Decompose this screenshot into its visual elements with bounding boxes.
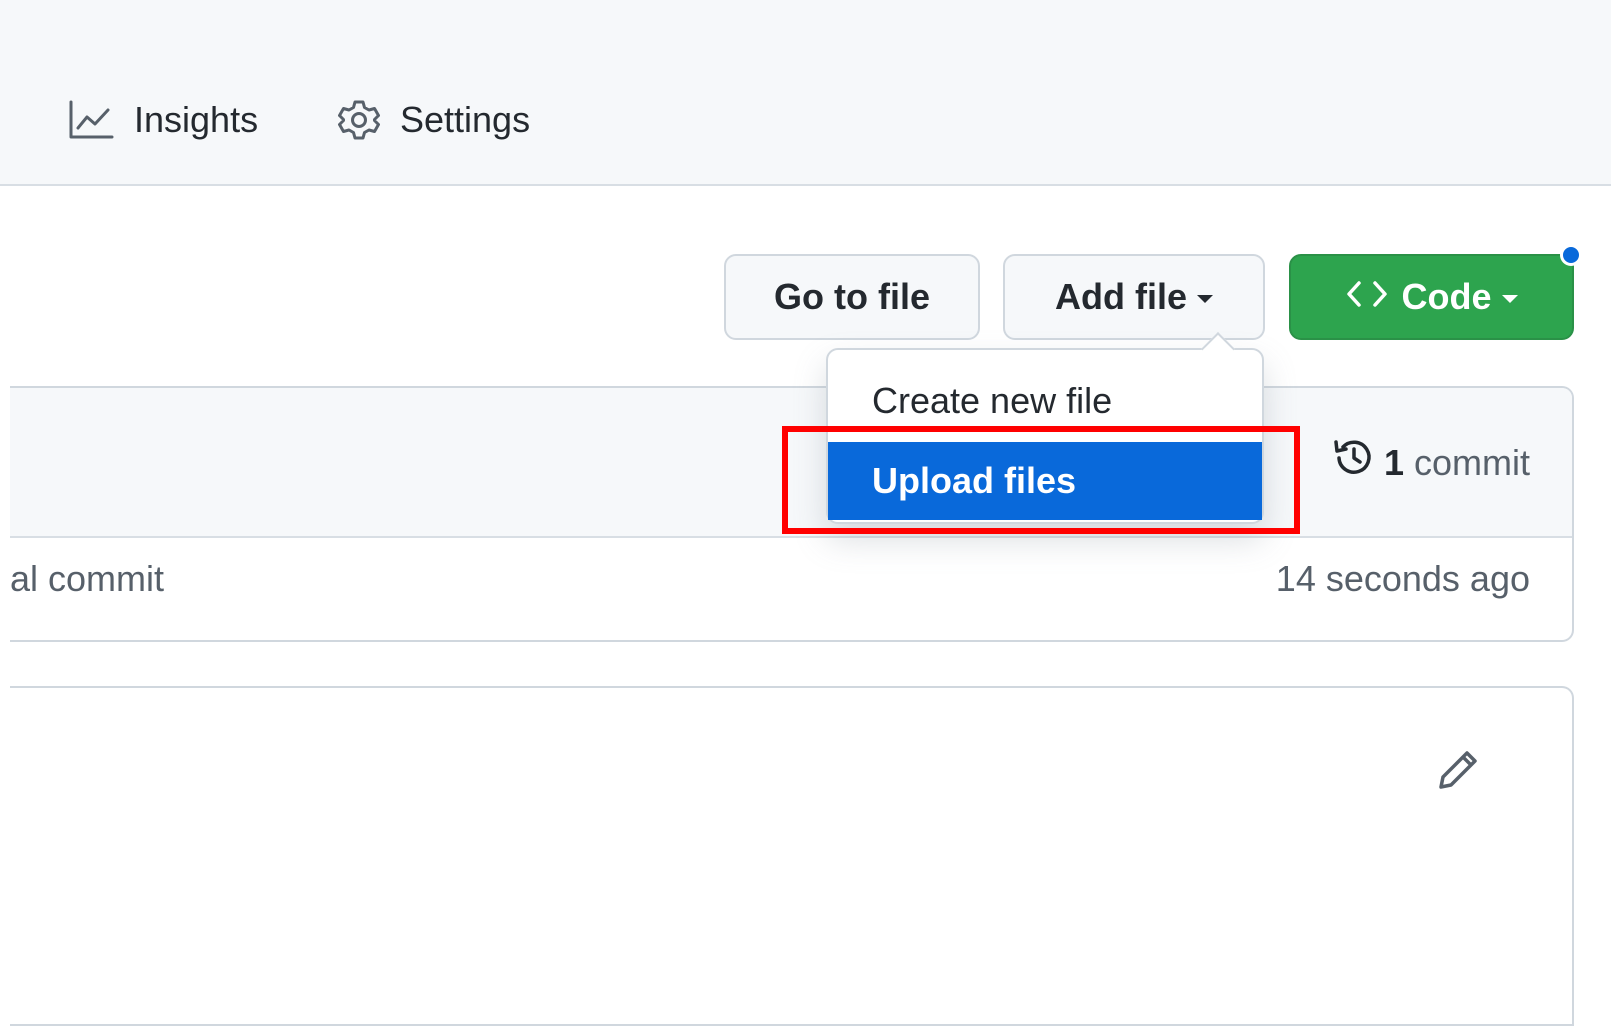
code-label: Code	[1401, 276, 1492, 317]
pencil-icon[interactable]	[1436, 748, 1480, 797]
notification-dot	[1560, 244, 1582, 266]
nav-insights[interactable]: Insights	[68, 96, 258, 144]
readme-box	[10, 686, 1574, 1026]
gear-icon	[338, 99, 380, 141]
latest-commit-box: 1 commit al commit 14 seconds ago	[10, 386, 1574, 642]
code-button[interactable]: Code	[1289, 254, 1574, 340]
caret-down-icon	[1197, 295, 1213, 303]
nav-insights-label: Insights	[134, 99, 259, 140]
commit-header: 1 commit	[10, 388, 1572, 538]
add-file-button[interactable]: Add file	[1003, 254, 1265, 340]
go-to-file-button[interactable]: Go to file	[724, 254, 980, 340]
add-file-menu: Create new file Upload files	[826, 332, 1264, 524]
commit-count: 1	[1383, 441, 1404, 483]
commit-time: 14 seconds ago	[1275, 558, 1530, 599]
caret-down-icon	[1501, 295, 1518, 303]
add-file-label: Add file	[1055, 276, 1187, 317]
repo-nav-bar: Insights Settings	[0, 0, 1611, 186]
history-icon	[1332, 436, 1376, 489]
commit-history-link[interactable]: 1 commit	[1332, 436, 1530, 489]
commit-message[interactable]: al commit	[10, 558, 164, 600]
menu-item-upload-files[interactable]: Upload files	[828, 442, 1262, 520]
menu-item-create-new-file[interactable]: Create new file	[828, 372, 1262, 430]
code-icon	[1346, 276, 1388, 318]
go-to-file-label: Go to file	[774, 276, 930, 317]
nav-settings-label: Settings	[400, 99, 531, 140]
commit-word: commit	[1414, 441, 1530, 483]
graph-icon	[68, 100, 114, 140]
nav-settings[interactable]: Settings	[338, 96, 530, 144]
